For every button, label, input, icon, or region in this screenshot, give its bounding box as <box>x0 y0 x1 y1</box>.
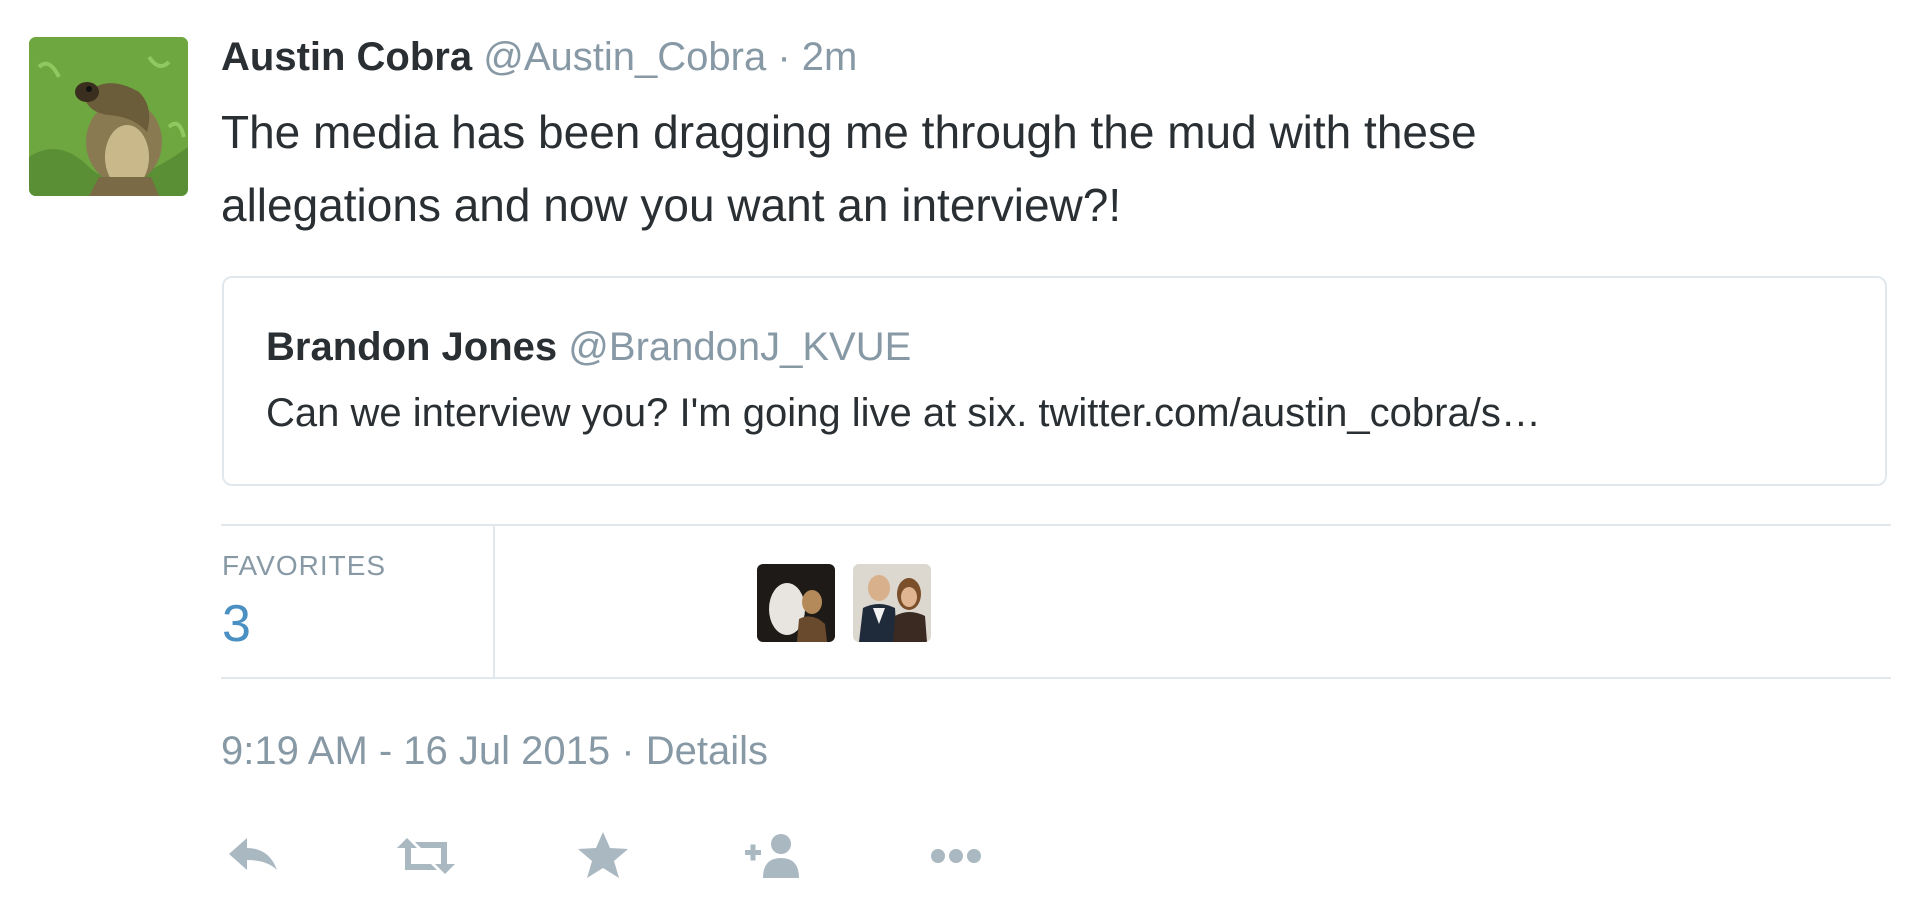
favorite-star-icon <box>578 832 628 878</box>
cobra-avatar-icon <box>29 37 188 196</box>
user-avatar[interactable] <box>29 37 188 196</box>
favorites-label: FAVORITES <box>222 550 387 581</box>
quoted-tweet-card[interactable]: Brandon Jones @BrandonJ_KVUE Can we inte… <box>222 276 1887 486</box>
tweet-stats: FAVORITES 3 <box>221 524 1891 679</box>
tweet-datetime: 9:19 AM - 16 Jul 2015 <box>221 729 611 773</box>
quoted-tweet-text: Can we interview you? I'm going live at … <box>266 391 1541 435</box>
meta-separator: · <box>621 729 635 773</box>
quoted-author-fullname: Brandon Jones <box>266 325 558 369</box>
author-fullname[interactable]: Austin Cobra <box>221 35 472 79</box>
more-button[interactable] <box>921 826 991 886</box>
favoriter-avatar-1-icon <box>757 564 835 642</box>
follow-icon <box>745 834 799 878</box>
reply-button[interactable] <box>221 826 291 886</box>
favoriter-avatar-1[interactable] <box>757 564 835 642</box>
tweet-text: The media has been dragging me through t… <box>221 106 1477 231</box>
favorites-stat[interactable]: FAVORITES 3 <box>221 526 495 677</box>
tweet-meta: 9:19 AM - 16 Jul 2015 · Details <box>221 728 768 774</box>
details-link[interactable]: Details <box>646 729 768 773</box>
favoriter-avatar-2-icon <box>853 564 931 642</box>
reply-icon <box>229 838 277 870</box>
favorite-button[interactable] <box>568 826 638 886</box>
header-separator: · <box>777 35 791 79</box>
quoted-tweet-header: Brandon Jones @BrandonJ_KVUE <box>266 324 911 370</box>
retweet-button[interactable] <box>391 826 461 886</box>
favoriter-avatar-2[interactable] <box>853 564 931 642</box>
favorites-count: 3 <box>222 595 251 653</box>
follow-button[interactable] <box>739 826 809 886</box>
tweet-header: Austin Cobra @Austin_Cobra · 2m <box>221 34 857 80</box>
tweet: Austin Cobra @Austin_Cobra · 2m The medi… <box>0 0 1920 919</box>
author-username[interactable]: @Austin_Cobra <box>483 35 766 79</box>
retweet-icon <box>397 838 455 874</box>
more-icon <box>931 849 981 863</box>
quoted-author-username: @BrandonJ_KVUE <box>568 325 912 369</box>
tweet-timestamp[interactable]: 2m <box>802 35 858 79</box>
